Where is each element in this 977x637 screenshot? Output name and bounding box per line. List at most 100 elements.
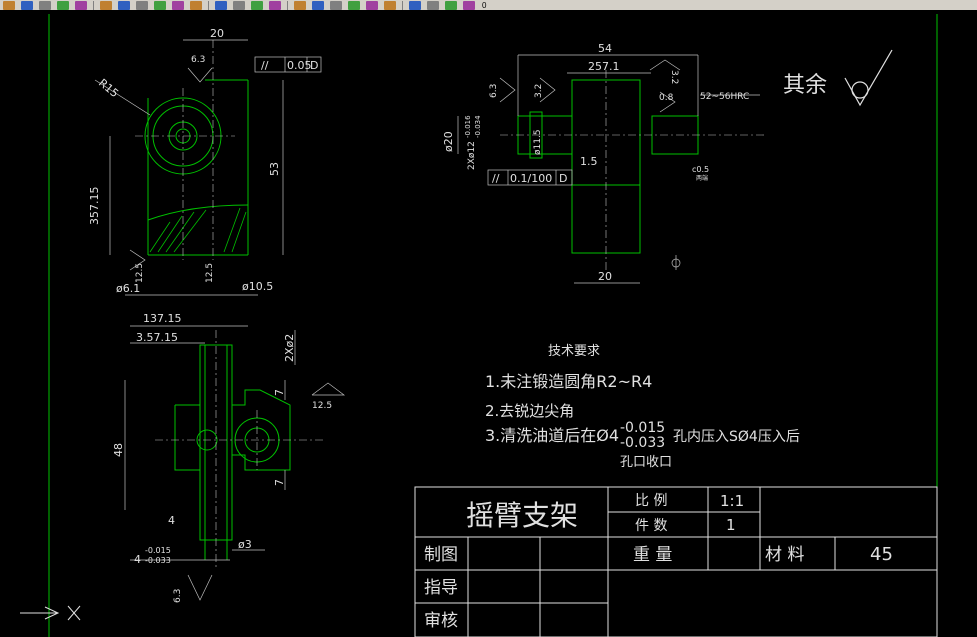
rough-1: 6.3 <box>489 84 499 98</box>
calculator-icon[interactable] <box>366 0 378 10</box>
dim-top2: 3.57.15 <box>136 331 178 344</box>
markup-icon[interactable] <box>348 0 360 10</box>
tol-datum: D <box>559 172 567 185</box>
drawing-canvas: 20 6.3 // 0.05 D R15 53 357.15 12.5 12.5… <box>20 14 938 637</box>
front-view <box>144 79 249 256</box>
paste-icon[interactable] <box>136 0 148 10</box>
cut-icon[interactable] <box>100 0 112 10</box>
drawing-title: 摇臂支架 <box>466 499 578 532</box>
tech-heading: 技术要求 <box>548 344 600 359</box>
dim-height: 48 <box>112 443 125 457</box>
zoom-realtime-icon[interactable] <box>233 0 245 10</box>
tech-line3-lower: -0.033 <box>620 435 665 451</box>
dim-phi115: ø11.5 <box>533 129 543 155</box>
tol-symbol: // <box>492 172 500 185</box>
tol-symbol: // <box>261 59 269 72</box>
side-view <box>517 79 699 254</box>
spell-icon[interactable] <box>75 0 87 10</box>
dim-top: 20 <box>210 27 224 40</box>
dim-top: 54 <box>598 42 612 55</box>
tech-line3a: 3.清洗油道后在Ø4 <box>485 426 619 445</box>
dim-bl: ø6.1 <box>116 282 140 295</box>
toolbar-separator <box>93 0 94 10</box>
dim-phi12: 2Xø12 <box>467 141 477 170</box>
toolbar-separator <box>287 0 288 10</box>
qty-label: 件 数 <box>635 518 667 534</box>
rough-bl: 12.5 <box>135 263 145 283</box>
preview-icon[interactable] <box>57 0 69 10</box>
rough-3: 3.2 <box>669 70 679 84</box>
zoom-window-icon[interactable] <box>251 0 263 10</box>
roughness-rest: 其余 <box>783 73 827 98</box>
dim-15: 1.5 <box>580 155 598 168</box>
tech-line2: 2.去锐边尖角 <box>485 402 574 420</box>
dim-r1: 7 <box>273 389 286 396</box>
drawn-label: 制图 <box>424 545 458 565</box>
dim-bottom: 20 <box>598 270 612 283</box>
print-icon[interactable] <box>39 0 51 10</box>
hardness: 52~56HRC <box>700 92 749 102</box>
weight-label: 重 量 <box>633 545 672 565</box>
tech-line4: 孔口收口 <box>620 455 672 470</box>
dim-4b: 4 <box>134 553 141 566</box>
title-block-text: 摇臂支架 比 例 1:1 件 数 1 制图 重 量 材 料 45 指导 审核 <box>424 492 893 631</box>
bottom-view-centerlines <box>155 330 325 570</box>
dim-r2: 7 <box>273 479 286 486</box>
rough-right: 12.5 <box>312 401 332 411</box>
chamfer-sub: 两端 <box>696 174 708 182</box>
tol-up: -0.016 <box>464 115 472 138</box>
tol-value: 0.1/100 <box>510 172 552 185</box>
dim-2x: 2Xø2 <box>283 334 296 362</box>
layers-icon[interactable] <box>409 0 421 10</box>
tech-line3b: 孔内压入SØ4压入后 <box>673 429 800 445</box>
tol-upper: -0.015 <box>145 546 171 555</box>
dim-br: ø10.5 <box>242 280 273 293</box>
layer-name-field[interactable]: 0 <box>482 1 486 10</box>
qty-value: 1 <box>726 516 736 534</box>
toolbar: 0 <box>0 0 977 10</box>
rough-2: 3.2 <box>534 84 544 98</box>
save-icon[interactable] <box>21 0 33 10</box>
tol-datum: D <box>310 59 318 72</box>
open-file-icon[interactable] <box>3 0 15 10</box>
toolbar-separator <box>402 0 403 10</box>
match-icon[interactable] <box>154 0 166 10</box>
design-center-icon[interactable] <box>312 0 324 10</box>
dim-4: 4 <box>168 514 175 527</box>
rough-4: 0.8 <box>659 93 674 103</box>
properties-icon[interactable] <box>294 0 306 10</box>
dim-height: 53 <box>268 162 281 176</box>
radius: R15 <box>96 76 121 100</box>
scale-value: 1:1 <box>720 492 744 510</box>
bottom-view-text: 137.15 3.57.15 2Xø2 48 7 12.5 7 4 -0.015… <box>112 312 332 603</box>
color-icon[interactable] <box>445 0 457 10</box>
zoom-prev-icon[interactable] <box>269 0 281 10</box>
rough-bm: 12.5 <box>205 263 215 283</box>
dim-mid: 257.1 <box>588 60 620 73</box>
front-view-dims <box>94 39 322 296</box>
bottom-view <box>174 344 291 560</box>
copy-icon[interactable] <box>118 0 130 10</box>
redo-icon[interactable] <box>190 0 202 10</box>
review-label: 审核 <box>424 611 458 631</box>
material-value: 45 <box>870 544 893 565</box>
help-icon[interactable] <box>384 0 396 10</box>
side-view-dims <box>457 54 760 284</box>
dim-phi3: ø3 <box>238 538 252 551</box>
layer-name-icon[interactable] <box>463 0 475 10</box>
undo-icon[interactable] <box>172 0 184 10</box>
layer-state-icon[interactable] <box>427 0 439 10</box>
tol-value: 0.05 <box>287 59 312 72</box>
toolbar-separator <box>208 0 209 10</box>
dim-left: 357.15 <box>88 187 101 226</box>
tech-line1: 1.未注锻造圆角R2~R4 <box>485 372 652 391</box>
tech-line3-upper: -0.015 <box>620 420 665 436</box>
pan-icon[interactable] <box>215 0 227 10</box>
rough-bottom: 6.3 <box>173 589 183 603</box>
tol-lower: -0.033 <box>145 556 171 565</box>
roughness-rest-icon <box>844 49 893 107</box>
scale-label: 比 例 <box>635 493 667 509</box>
tool-palette-icon[interactable] <box>330 0 342 10</box>
chamfer: c0.5 <box>692 165 709 174</box>
rough-top: 6.3 <box>191 55 205 65</box>
